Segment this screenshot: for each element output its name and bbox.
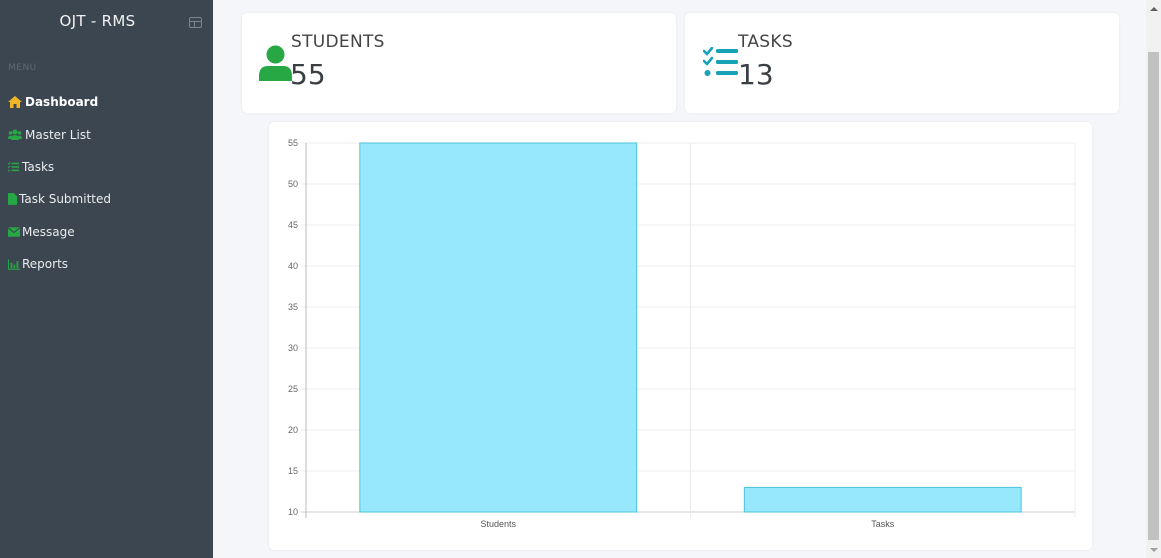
envelope-icon [8,227,20,237]
bar-students[interactable] [359,142,638,513]
chart-card: 10 15 20 25 30 35 40 45 50 55 Students Tasks [269,122,1092,550]
sidebar-item-label: Reports [22,257,69,272]
sidebar-item-dashboard[interactable]: Dashboard [0,86,213,118]
tasks-label: TASKS [738,32,793,52]
students-card[interactable]: STUDENTS 55 [242,13,676,113]
sidebar-item-label: Message [22,224,75,239]
sidebar-item-label: Dashboard [25,95,99,110]
students-label: STUDENTS [291,32,385,52]
x-tick-label: Tasks [871,519,895,529]
users-icon [8,129,22,140]
y-tick-label: 15 [288,466,298,476]
y-tick-label: 35 [288,302,298,312]
sidebar-item-label: Master List [25,127,91,142]
sidebar-nav: Dashboard Master List Tasks Task Submitt… [0,86,213,280]
sidebar-item-label: Task Submitted [19,192,111,207]
y-tick-label: 40 [288,261,298,271]
y-tick-label: 25 [288,384,298,394]
tasks-count: 13 [738,58,774,91]
y-tick-label: 55 [288,138,298,148]
bar-chart: 10 15 20 25 30 35 40 45 50 55 Students Tasks [288,138,1076,529]
file-icon [8,193,17,206]
list-check-icon [8,161,20,172]
sidebar-item-task-submitted[interactable]: Task Submitted [0,183,213,215]
y-tick-label: 20 [288,425,298,435]
app-title: OJT - RMS [59,12,136,30]
scroll-down-button[interactable] [1146,541,1161,558]
arrow-up-icon [1149,6,1158,11]
y-tick-label: 30 [288,343,298,353]
y-tick-label: 10 [288,507,298,517]
students-count: 55 [290,58,326,91]
sidebar-item-master-list[interactable]: Master List [0,118,213,150]
y-tick-label: 45 [288,220,298,230]
page-scrollbar[interactable] [1146,0,1161,558]
bar-tasks[interactable] [743,486,1022,513]
tasks-icon [703,47,738,76]
main-content: STUDENTS 55 TASKS 13 10 15 20 25 30 35 40 45 50 5… [213,0,1146,558]
sidebar-item-label: Tasks [22,159,55,174]
y-tick-label: 50 [288,179,298,189]
scroll-thumb[interactable] [1148,52,1159,540]
x-tick-label: Students [480,519,516,529]
tasks-card[interactable]: TASKS 13 [685,13,1119,113]
sidebar-item-message[interactable]: Message [0,216,213,248]
user-icon [259,45,292,81]
sidebar-toggle-icon[interactable] [189,17,202,28]
sidebar-item-reports[interactable]: Reports [0,248,213,280]
chart-bar-icon [8,258,20,270]
menu-header: MENU [8,63,37,73]
sidebar-item-tasks[interactable]: Tasks [0,151,213,183]
scroll-up-button[interactable] [1146,0,1161,17]
home-icon [8,96,22,109]
sidebar: OJT - RMS MENU Dashboard Master List Tas… [0,0,213,558]
arrow-down-icon [1149,547,1158,552]
